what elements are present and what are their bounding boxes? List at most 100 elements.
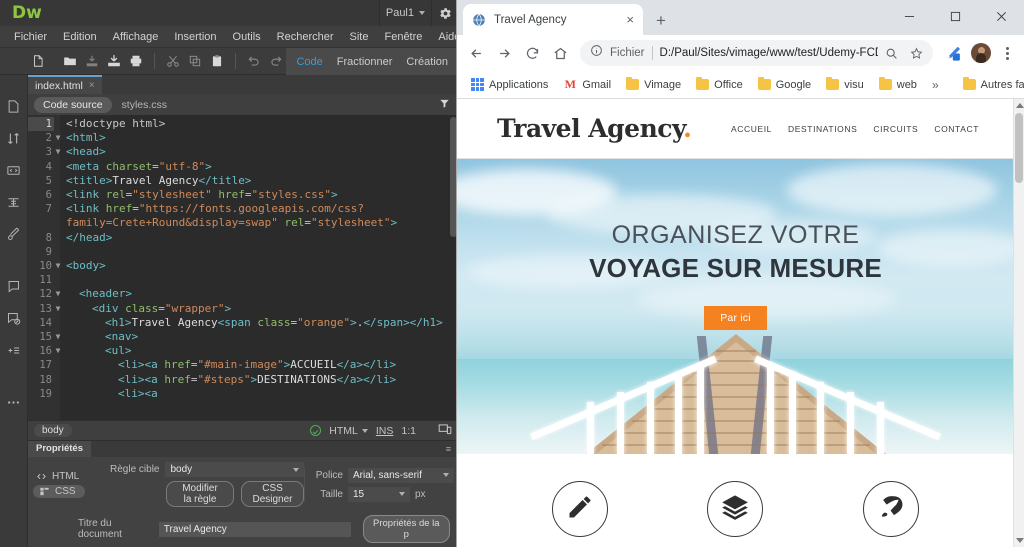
filter-icon[interactable] <box>439 98 450 112</box>
bookmark-other-favorites[interactable]: Autres favoris <box>957 77 1024 93</box>
browser-tab[interactable]: Travel Agency × <box>463 4 643 35</box>
menu-site[interactable]: Site <box>342 26 377 48</box>
code-fold-toggle[interactable]: ▼ <box>54 344 62 358</box>
menu-outils[interactable]: Outils <box>225 26 269 48</box>
code-snippet-icon[interactable] <box>5 161 23 179</box>
dom-icon[interactable] <box>5 193 23 211</box>
home-icon[interactable] <box>547 40 573 66</box>
more-icon[interactable] <box>5 393 23 411</box>
nav-link-accueil[interactable]: ACCUEIL <box>731 124 772 134</box>
search-icon[interactable] <box>885 47 898 60</box>
code-editor[interactable]: 1 <!doctype html> 2 ▼ <html> 3 ▼ <head> 4 <meta c… <box>28 115 458 420</box>
cut-icon[interactable] <box>163 51 183 71</box>
validation-icon[interactable] <box>5 309 23 327</box>
view-mode-split[interactable]: Fractionner <box>337 56 393 68</box>
gear-icon[interactable] <box>432 0 458 26</box>
copy-icon[interactable] <box>185 51 205 71</box>
css-designer-button[interactable]: CSS Designer <box>241 481 304 507</box>
extension-icon[interactable] <box>940 40 966 66</box>
bookmark-vimage[interactable]: Vimage <box>620 77 687 93</box>
source-styles-css-button[interactable]: styles.css <box>122 99 168 111</box>
font-family-select[interactable]: Arial, sans-serif <box>348 467 454 483</box>
menu-edition[interactable]: Edition <box>55 26 105 48</box>
menu-affichage[interactable]: Affichage <box>105 26 167 48</box>
view-mode-design[interactable]: Création <box>406 56 448 68</box>
feature-item-3[interactable] <box>863 481 920 537</box>
nav-link-circuits[interactable]: CIRCUITS <box>873 124 918 134</box>
maximize-icon[interactable] <box>932 0 978 33</box>
comment-icon[interactable] <box>5 277 23 295</box>
page-properties-button[interactable]: Propriétés de la p <box>362 515 450 543</box>
properties-tab[interactable]: Propriétés <box>28 441 91 457</box>
source-code-button[interactable]: Code source <box>34 96 112 113</box>
menu-fichier[interactable]: Fichier <box>6 26 55 48</box>
panel-menu-icon[interactable]: ≡ <box>446 444 452 454</box>
code-fold-toggle[interactable]: ▼ <box>54 145 62 159</box>
scroll-up-icon[interactable] <box>1016 103 1024 108</box>
redo-icon[interactable] <box>266 51 286 71</box>
save-icon[interactable] <box>82 51 102 71</box>
avatar[interactable] <box>968 40 994 66</box>
properties-css-button[interactable]: CSS <box>33 485 85 498</box>
bookmark-office[interactable]: Office <box>690 77 749 93</box>
document-title-input[interactable] <box>158 521 351 537</box>
feature-item-2[interactable] <box>707 481 764 537</box>
menu-fenetre[interactable]: Fenêtre <box>376 26 430 48</box>
properties-html-button[interactable]: HTML <box>36 471 110 482</box>
minimize-icon[interactable] <box>886 0 932 33</box>
target-rule-select[interactable]: body <box>165 462 304 477</box>
page-scrollbar[interactable] <box>1013 99 1024 547</box>
print-icon[interactable] <box>126 51 146 71</box>
status-selector-tag[interactable]: body <box>34 424 72 437</box>
file-icon[interactable] <box>5 97 23 115</box>
document-tab-index-html[interactable]: index.html × <box>28 75 102 94</box>
reload-icon[interactable] <box>519 40 545 66</box>
site-logo[interactable]: Travel Agency. <box>497 114 692 143</box>
back-icon[interactable] <box>463 40 489 66</box>
bookmark-visu[interactable]: visu <box>820 77 870 93</box>
sort-icon[interactable] <box>5 129 23 147</box>
save-all-icon[interactable] <box>104 51 124 71</box>
open-folder-icon[interactable] <box>60 51 80 71</box>
code-line: 5 <title>Travel Agency</title> <box>28 174 458 188</box>
forward-icon[interactable] <box>491 40 517 66</box>
bookmark-web[interactable]: web <box>873 77 923 93</box>
assets-icon[interactable] <box>5 225 23 243</box>
feature-item-1[interactable] <box>551 481 608 537</box>
star-icon[interactable] <box>910 47 923 60</box>
bookmark-applications[interactable]: Applications <box>465 76 554 93</box>
page-scrollbar-thumb[interactable] <box>1015 113 1023 183</box>
user-account-menu[interactable]: Paul1 <box>378 0 432 26</box>
chrome-menu-icon[interactable] <box>996 40 1018 66</box>
status-insert-mode[interactable]: INS <box>376 425 394 437</box>
edit-rule-button[interactable]: Modifier la règle <box>166 481 235 507</box>
code-fold-toggle[interactable]: ▼ <box>54 131 62 145</box>
close-icon[interactable] <box>978 0 1024 33</box>
scroll-down-icon[interactable] <box>1016 538 1024 543</box>
insert-icon[interactable] <box>5 341 23 359</box>
bookmarks-overflow-button[interactable]: » <box>926 78 945 92</box>
menu-insertion[interactable]: Insertion <box>166 26 224 48</box>
address-bar[interactable]: Fichier D:/Paul/Sites/vimage/www/test/Ud… <box>580 40 933 66</box>
undo-icon[interactable] <box>244 51 264 71</box>
nav-link-destinations[interactable]: DESTINATIONS <box>788 124 857 134</box>
paste-icon[interactable] <box>207 51 227 71</box>
font-size-select[interactable]: 15 <box>348 486 410 502</box>
menu-rechercher[interactable]: Rechercher <box>269 26 342 48</box>
device-preview-icon[interactable] <box>438 422 452 439</box>
code-fold-toggle[interactable]: ▼ <box>54 302 62 316</box>
close-icon[interactable]: × <box>626 13 634 26</box>
view-mode-code[interactable]: Code <box>296 56 322 68</box>
hero-cta-button[interactable]: Par ici <box>704 306 767 330</box>
bookmark-gmail[interactable]: M Gmail <box>557 77 617 93</box>
new-tab-button[interactable]: + <box>647 7 675 35</box>
bookmark-google[interactable]: Google <box>752 77 817 93</box>
close-icon[interactable]: × <box>89 80 95 91</box>
new-file-icon[interactable] <box>28 51 48 71</box>
code-fold-toggle[interactable]: ▼ <box>54 259 62 273</box>
code-fold-toggle[interactable]: ▼ <box>54 330 62 344</box>
nav-link-contact[interactable]: CONTACT <box>934 124 979 134</box>
info-circle-icon[interactable] <box>590 44 603 62</box>
status-doctype-select[interactable]: HTML <box>329 425 368 437</box>
code-fold-toggle[interactable]: ▼ <box>54 287 62 301</box>
